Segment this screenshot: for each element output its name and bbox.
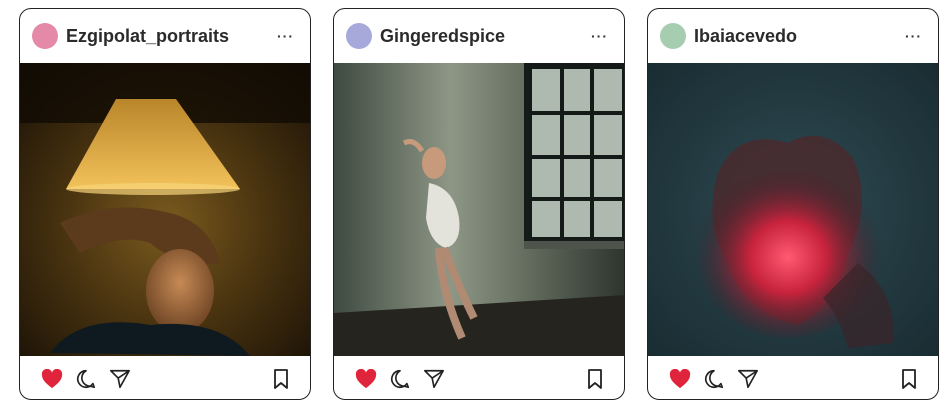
post-actions: [334, 356, 624, 399]
comment-icon[interactable]: [75, 368, 97, 390]
avatar[interactable]: [346, 23, 372, 49]
more-options-icon[interactable]: ···: [591, 28, 608, 44]
post-card: Ibaiacevedo ···: [647, 8, 939, 400]
share-icon[interactable]: [737, 368, 759, 390]
post-photo[interactable]: [20, 63, 310, 356]
red-glow-figures-image: [648, 63, 938, 356]
avatar[interactable]: [660, 23, 686, 49]
bookmark-icon[interactable]: [272, 368, 290, 390]
bookmark-icon[interactable]: [586, 368, 604, 390]
post-header: Ezgipolat_portraits ···: [20, 9, 310, 63]
heart-icon[interactable]: [669, 368, 691, 389]
comment-icon[interactable]: [389, 368, 411, 390]
share-icon[interactable]: [423, 368, 445, 390]
more-options-icon[interactable]: ···: [905, 28, 922, 44]
post-photo[interactable]: [334, 63, 624, 356]
username[interactable]: Ibaiacevedo: [694, 26, 905, 47]
post-card: Ezgipolat_portraits ···: [19, 8, 311, 400]
username[interactable]: Ezgipolat_portraits: [66, 26, 277, 47]
heart-icon[interactable]: [41, 368, 63, 389]
post-card: Gingeredspice ···: [333, 8, 625, 400]
portrait-lamp-image: [20, 63, 310, 356]
post-actions: [20, 356, 310, 399]
avatar[interactable]: [32, 23, 58, 49]
post-photo[interactable]: [648, 63, 938, 356]
username[interactable]: Gingeredspice: [380, 26, 591, 47]
more-options-icon[interactable]: ···: [277, 28, 294, 44]
comment-icon[interactable]: [703, 368, 725, 390]
post-actions: [648, 356, 938, 399]
bookmark-icon[interactable]: [900, 368, 918, 390]
woman-window-image: [334, 63, 624, 356]
share-icon[interactable]: [109, 368, 131, 390]
post-header: Gingeredspice ···: [334, 9, 624, 63]
heart-icon[interactable]: [355, 368, 377, 389]
post-header: Ibaiacevedo ···: [648, 9, 938, 63]
